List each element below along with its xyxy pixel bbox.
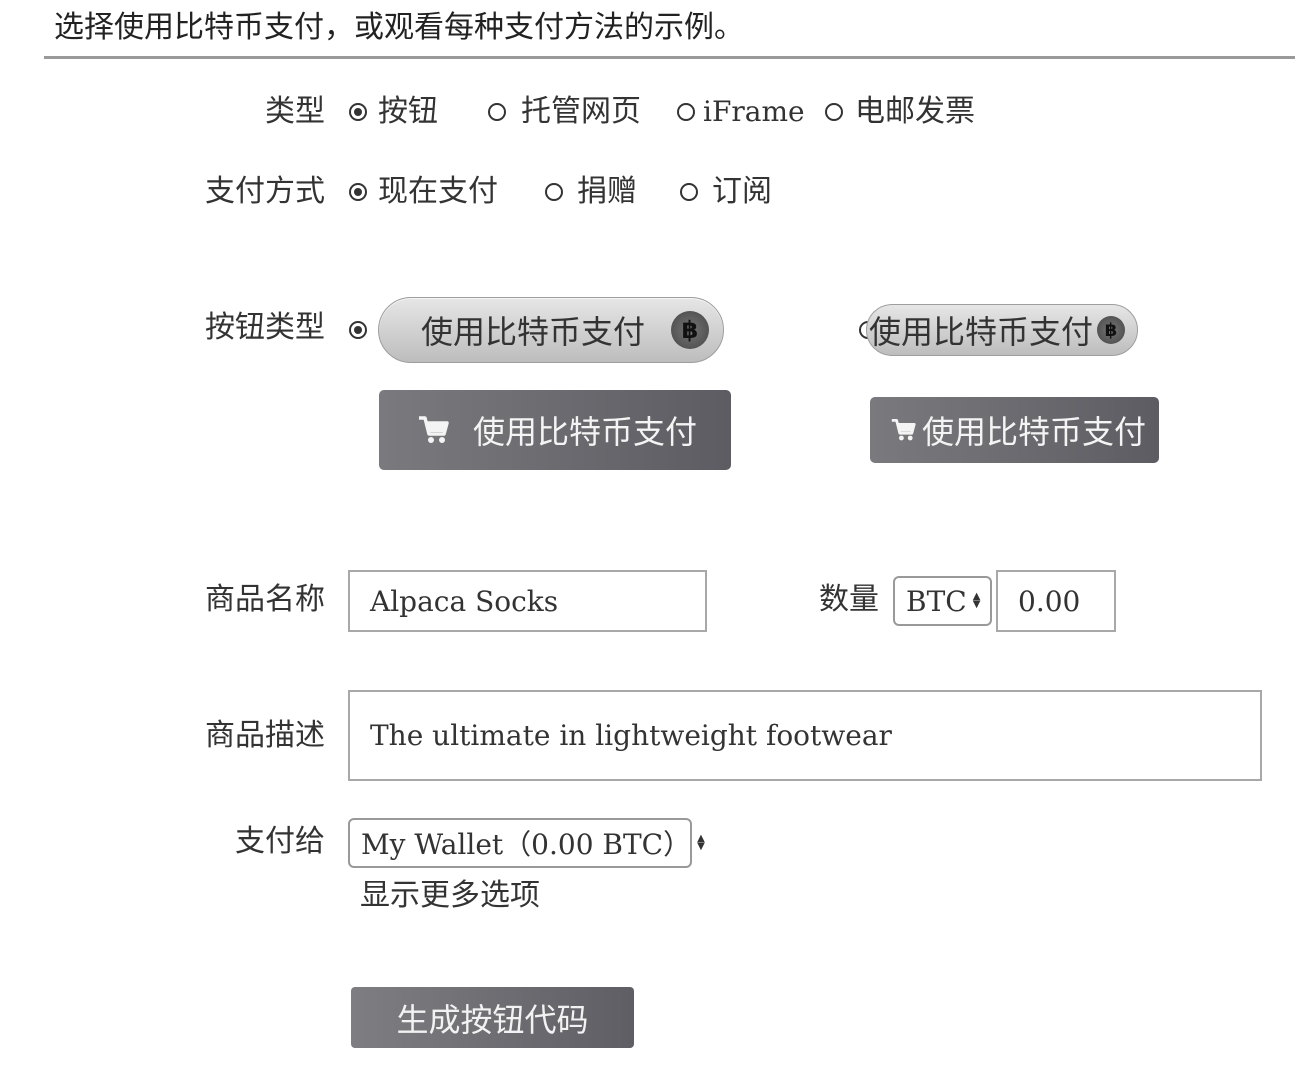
quantity-label: 数量 <box>819 582 879 617</box>
amount-input[interactable]: 0.00 <box>996 570 1116 632</box>
method-option-pay-now[interactable]: 现在支付 <box>349 172 498 212</box>
show-more-options-link[interactable]: 显示更多选项 <box>360 876 540 916</box>
method-option-subscribe[interactable]: 订阅 <box>680 172 772 212</box>
type-option-email-invoice[interactable]: 电邮发票 <box>825 92 975 132</box>
type-option-hosted-page[interactable]: 托管网页 <box>488 92 641 132</box>
payment-method-label: 支付方式 <box>205 174 325 209</box>
radio-icon[interactable] <box>677 103 695 121</box>
radio-checked-icon[interactable] <box>349 183 367 201</box>
item-name-label: 商品名称 <box>205 582 325 617</box>
item-description-input[interactable]: The ultimate in lightweight footwear <box>348 690 1262 781</box>
type-option-label: 按钮 <box>378 94 438 129</box>
currency-select[interactable]: BTC ▲ ▼ <box>893 576 992 626</box>
type-option-button[interactable]: 按钮 <box>349 92 438 132</box>
wallet-value: My Wallet（0.00 BTC） <box>361 828 692 861</box>
select-arrows-icon: ▲ ▼ <box>697 833 705 852</box>
wallet-select[interactable]: My Wallet（0.00 BTC） ▲ ▼ <box>348 818 705 868</box>
type-option-label: 托管网页 <box>521 94 641 129</box>
sample-button-small-dark[interactable]: 使用比特币支付 <box>870 397 1159 463</box>
generate-button-code-button[interactable]: 生成按钮代码 <box>351 987 634 1048</box>
type-option-iframe[interactable]: iFrame <box>677 92 805 132</box>
item-description-label: 商品描述 <box>205 718 325 753</box>
radio-icon[interactable] <box>825 103 843 121</box>
cart-icon <box>891 419 916 441</box>
sample-button-text: 使用比特币支付 <box>421 313 646 351</box>
bitcoin-icon: ฿ <box>1097 316 1126 344</box>
sample-button-large-pill[interactable]: 使用比特币支付 ฿ <box>378 297 724 363</box>
intro-text: 选择使用比特币支付，或观看每种支付方法的示例。 <box>54 10 744 45</box>
radio-icon[interactable] <box>488 103 506 121</box>
button-style-label: 按钮类型 <box>205 310 325 345</box>
cart-icon <box>419 416 449 443</box>
bitcoin-icon: ฿ <box>671 311 710 349</box>
pay-to-label: 支付给 <box>235 824 325 859</box>
item-name-input[interactable]: Alpaca Socks <box>348 570 707 632</box>
type-option-label: 电邮发票 <box>855 94 975 129</box>
button-style-radio-1[interactable] <box>349 321 367 339</box>
method-option-label: 订阅 <box>712 174 772 209</box>
sample-button-text: 使用比特币支付 <box>869 313 1094 351</box>
type-label: 类型 <box>265 94 325 129</box>
currency-value: BTC <box>906 584 967 618</box>
method-option-label: 现在支付 <box>378 174 498 209</box>
radio-icon[interactable] <box>545 183 563 201</box>
select-arrows-icon: ▲ ▼ <box>972 591 981 610</box>
sample-button-small-pill[interactable]: 使用比特币支付 ฿ <box>866 304 1138 356</box>
radio-checked-icon[interactable] <box>349 103 367 121</box>
sample-button-text: 使用比特币支付 <box>922 413 1147 451</box>
type-option-label: iFrame <box>703 95 805 128</box>
radio-icon[interactable] <box>680 183 698 201</box>
sample-button-text: 使用比特币支付 <box>473 413 698 451</box>
sample-button-large-dark[interactable]: 使用比特币支付 <box>379 390 731 470</box>
divider <box>44 56 1295 59</box>
method-option-donate[interactable]: 捐赠 <box>545 172 637 212</box>
method-option-label: 捐赠 <box>577 174 637 209</box>
